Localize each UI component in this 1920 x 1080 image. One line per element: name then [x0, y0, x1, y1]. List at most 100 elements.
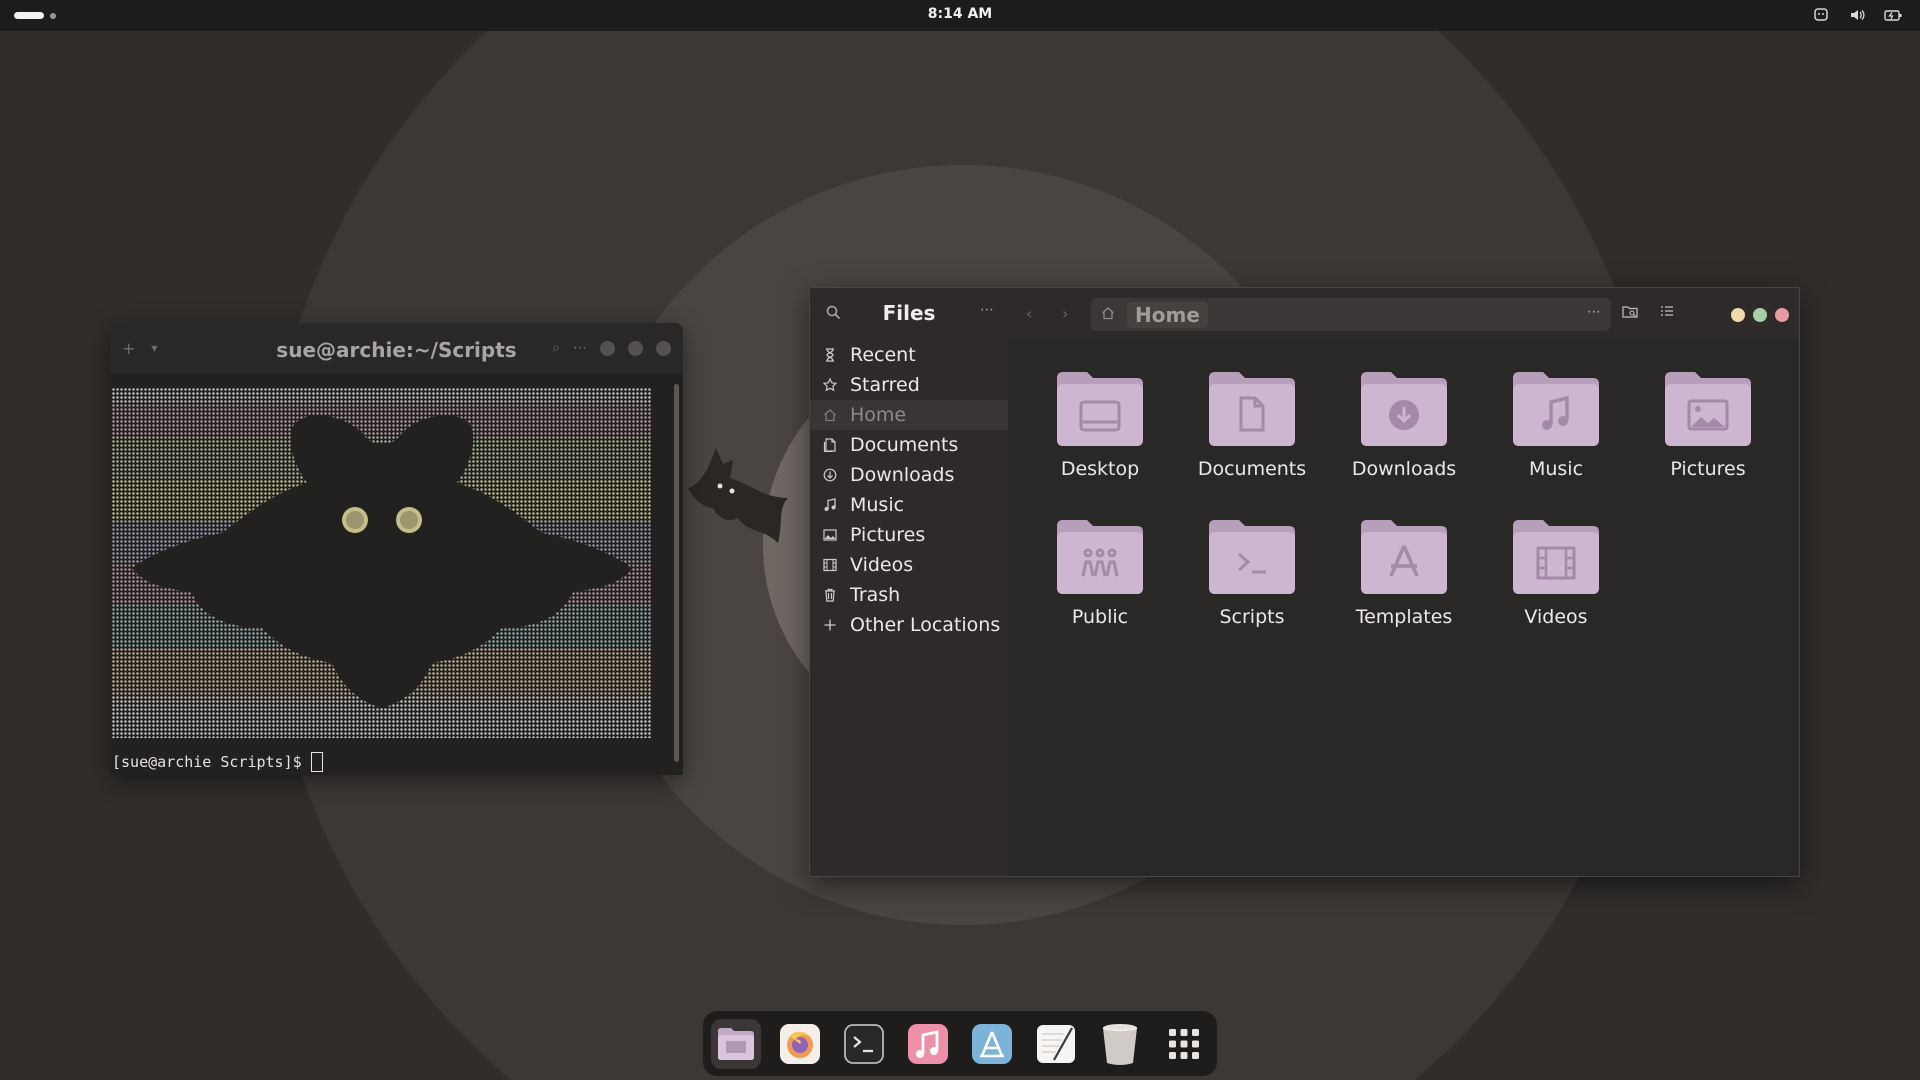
- volume-icon[interactable]: [1848, 6, 1866, 24]
- home-icon: [822, 407, 838, 423]
- menu-icon[interactable]: ⋯: [980, 302, 994, 318]
- sidebar-item-label: Trash: [850, 584, 901, 606]
- sidebar-item-downloads[interactable]: Downloads: [810, 460, 1008, 490]
- files-app-icon[interactable]: [711, 1018, 761, 1069]
- music-icon: [1513, 372, 1599, 446]
- music-app-icon[interactable]: [903, 1019, 953, 1069]
- search-folder-icon[interactable]: [1622, 305, 1638, 323]
- software-center-icon[interactable]: [967, 1019, 1017, 1069]
- shield-icon[interactable]: [1812, 6, 1830, 24]
- sidebar-title: Files: [882, 301, 936, 325]
- files-main-view[interactable]: ‹ › Home ⋯ Desktop Documents Downloads M…: [1008, 288, 1799, 876]
- sidebar-item-label: Other Locations: [850, 614, 1001, 636]
- path-bar[interactable]: Home ⋯: [1091, 298, 1611, 331]
- places-list: Recent Starred Home Documents Downloads …: [810, 340, 1008, 640]
- folder-pictures[interactable]: Pictures: [1632, 372, 1784, 490]
- maximize-button[interactable]: [1753, 308, 1767, 322]
- top-bar: 8:14 AM: [0, 0, 1920, 31]
- folder-grid: Desktop Documents Downloads Music Pictur…: [1008, 372, 1788, 638]
- folder-label: Documents: [1197, 458, 1307, 480]
- sidebar-item-pictures[interactable]: Pictures: [810, 520, 1008, 550]
- minimize-button[interactable]: [1731, 308, 1745, 322]
- sidebar-item-other-locations[interactable]: Other Locations: [810, 610, 1008, 640]
- close-button[interactable]: [656, 340, 671, 356]
- terminal-app-icon[interactable]: [839, 1019, 889, 1069]
- sidebar-item-recent[interactable]: Recent: [810, 340, 1008, 370]
- system-tray[interactable]: [1812, 6, 1902, 24]
- close-button[interactable]: [1775, 308, 1789, 322]
- list-view-icon[interactable]: [1660, 305, 1674, 321]
- sidebar-item-home[interactable]: Home: [810, 400, 1008, 430]
- clock-icon: [822, 347, 838, 363]
- sidebar-item-starred[interactable]: Starred: [810, 370, 1008, 400]
- sidebar-item-label: Videos: [850, 554, 914, 576]
- sidebar-item-label: Pictures: [850, 524, 926, 546]
- folder-downloads[interactable]: Downloads: [1328, 372, 1480, 490]
- maximize-button[interactable]: [628, 340, 643, 356]
- download-icon: [822, 467, 838, 483]
- sidebar-item-label: Documents: [850, 434, 959, 456]
- film-icon: [822, 557, 838, 573]
- document-icon: [1209, 372, 1295, 446]
- folder-videos[interactable]: Videos: [1480, 520, 1632, 638]
- sidebar-item-videos[interactable]: Videos: [810, 550, 1008, 580]
- star-icon: [822, 377, 838, 393]
- people-icon: [1057, 520, 1143, 594]
- terminal-header[interactable]: + ▾ sue@archie:~/Scripts ⌕ ⋯: [110, 323, 683, 374]
- image-icon: [822, 527, 838, 543]
- sidebar-item-label: Home: [850, 404, 907, 426]
- sidebar-item-label: Starred: [850, 374, 920, 396]
- sidebar-item-documents[interactable]: Documents: [810, 430, 1008, 460]
- window-controls: [1731, 308, 1789, 322]
- folder-public[interactable]: Public: [1024, 520, 1176, 638]
- folder-label: Downloads: [1351, 458, 1457, 480]
- desktop-icon: [1057, 372, 1143, 446]
- sidebar-item-trash[interactable]: Trash: [810, 580, 1008, 610]
- forward-button[interactable]: ›: [1062, 304, 1068, 323]
- terminal-body[interactable]: [sue@archie Scripts]$: [110, 374, 683, 775]
- folder-desktop[interactable]: Desktop: [1024, 372, 1176, 490]
- wallpaper-bat: [678, 448, 808, 562]
- clock[interactable]: 8:14 AM: [0, 6, 1920, 22]
- folder-label: Templates: [1355, 606, 1453, 628]
- sidebar-item-music[interactable]: Music: [810, 490, 1008, 520]
- path-menu-icon[interactable]: ⋯: [1587, 304, 1601, 320]
- search-icon[interactable]: ⌕: [552, 340, 560, 356]
- document-icon: [822, 437, 838, 453]
- terminal-scrollbar[interactable]: [674, 384, 679, 762]
- text-editor-icon[interactable]: [1031, 1019, 1081, 1069]
- terminal-window[interactable]: + ▾ sue@archie:~/Scripts ⌕ ⋯ [sue@archie…: [110, 323, 683, 775]
- folder-scripts[interactable]: Scripts: [1176, 520, 1328, 638]
- back-button[interactable]: ‹: [1026, 304, 1032, 323]
- terminal-icon: [1209, 520, 1295, 594]
- trash-icon: [822, 587, 838, 603]
- sidebar-item-label: Recent: [850, 344, 916, 366]
- minimize-button[interactable]: [600, 340, 615, 356]
- home-icon: [1101, 306, 1115, 324]
- menu-icon[interactable]: ⋯: [573, 340, 587, 356]
- film-icon: [1513, 520, 1599, 594]
- image-icon: [1665, 372, 1751, 446]
- folder-label: Scripts: [1219, 606, 1285, 628]
- files-header-bar: ‹ › Home ⋯: [1008, 288, 1799, 340]
- download-icon: [1361, 372, 1447, 446]
- firefox-icon[interactable]: [775, 1019, 825, 1069]
- plus-icon: [822, 617, 838, 633]
- sidebar-item-label: Downloads: [850, 464, 955, 486]
- files-window[interactable]: Files ⋯ Recent Starred Home Documents Do…: [809, 287, 1800, 877]
- files-sidebar: Files ⋯ Recent Starred Home Documents Do…: [810, 288, 1008, 876]
- folder-music[interactable]: Music: [1480, 372, 1632, 490]
- sidebar-item-label: Music: [850, 494, 905, 516]
- dock: [703, 1011, 1217, 1076]
- prompt-text: [sue@archie Scripts]$: [112, 753, 302, 771]
- folder-templates[interactable]: Templates: [1328, 520, 1480, 638]
- ascii-bat-art: [112, 388, 652, 738]
- folder-label: Music: [1528, 458, 1584, 480]
- battery-icon[interactable]: [1884, 6, 1902, 24]
- terminal-prompt[interactable]: [sue@archie Scripts]$: [112, 752, 323, 772]
- path-segment-home[interactable]: Home: [1127, 301, 1208, 328]
- trash-app-icon[interactable]: [1095, 1019, 1145, 1069]
- folder-documents[interactable]: Documents: [1176, 372, 1328, 490]
- folder-label: Public: [1071, 606, 1129, 628]
- app-grid-icon[interactable]: [1159, 1019, 1209, 1069]
